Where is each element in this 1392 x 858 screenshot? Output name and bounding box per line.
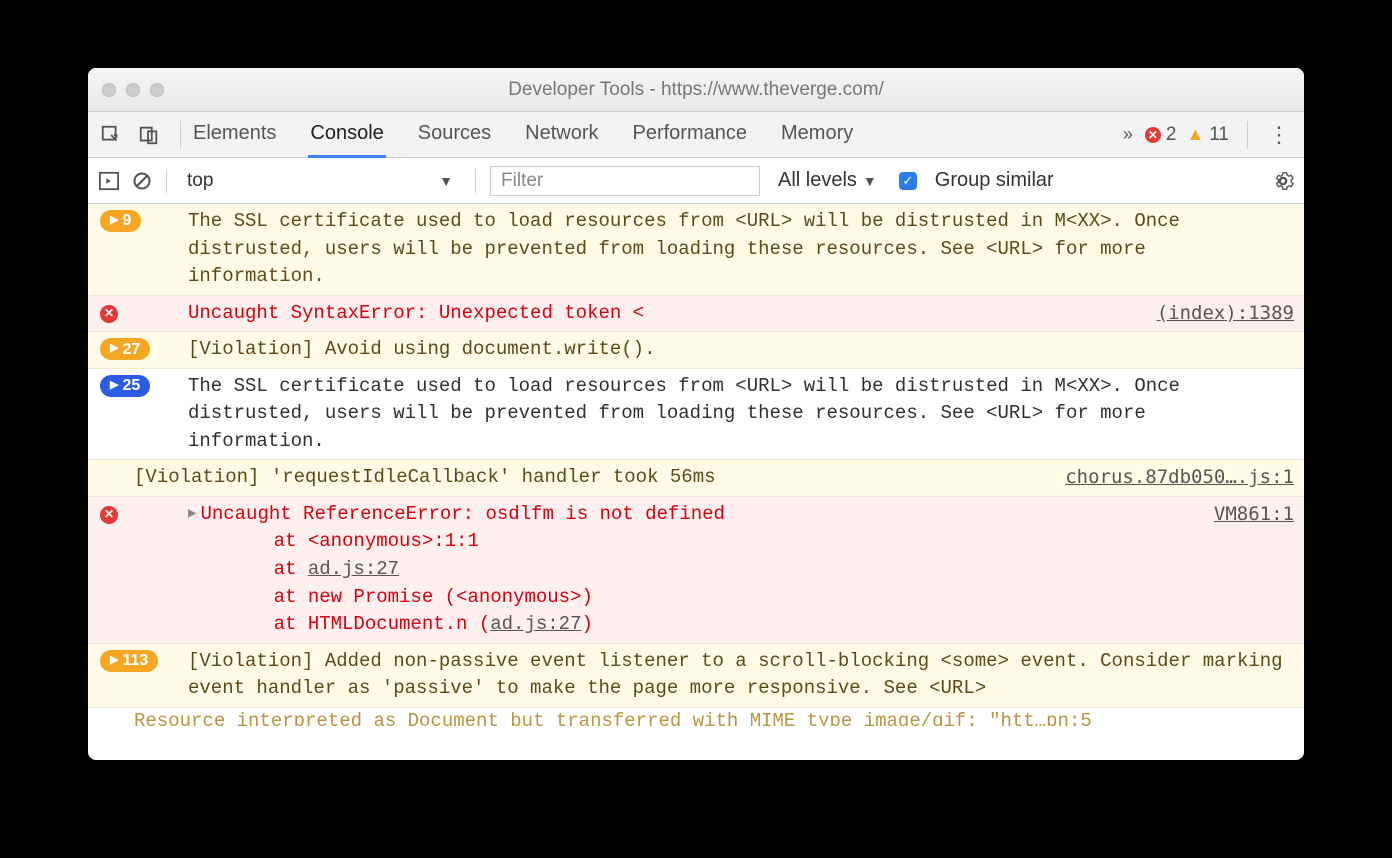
log-gutter: ▶ 25: [98, 373, 188, 456]
stack-frame: at HTMLDocument.n (ad.js:27): [188, 611, 1204, 639]
error-count[interactable]: ✕ 2: [1145, 124, 1177, 146]
log-message: Uncaught SyntaxError: Unexpected token <: [188, 300, 1157, 328]
log-row[interactable]: Resource interpreted as Document but tra…: [88, 708, 1304, 726]
group-similar-checkbox[interactable]: ✓: [899, 172, 917, 190]
error-icon: ✕: [1145, 127, 1161, 143]
source-link[interactable]: chorus.87db050….js:1: [1065, 464, 1294, 492]
more-tabs-icon[interactable]: »: [1123, 124, 1133, 145]
gear-icon[interactable]: [1272, 170, 1294, 192]
tab-memory[interactable]: Memory: [779, 112, 855, 157]
log-gutter: ▶ 9: [98, 208, 188, 291]
log-message: The SSL certificate used to load resourc…: [188, 208, 1294, 291]
titlebar: Developer Tools - https://www.theverge.c…: [88, 68, 1304, 112]
stack-frame: at new Promise (<anonymous>): [188, 584, 1204, 612]
error-count-value: 2: [1166, 124, 1177, 146]
log-gutter: [98, 464, 134, 492]
devtools-window: Developer Tools - https://www.theverge.c…: [88, 68, 1304, 760]
log-row[interactable]: ▶ 27 [Violation] Avoid using document.wri…: [88, 332, 1304, 369]
tab-performance[interactable]: Performance: [631, 112, 750, 157]
console-toolbar: top ▼ All levels ▼ ✓ Group similar: [88, 158, 1304, 204]
log-row[interactable]: ▶ 113 [Violation] Added non-passive event…: [88, 644, 1304, 708]
chevron-down-icon: ▼: [439, 173, 453, 189]
context-select[interactable]: top ▼: [181, 166, 461, 196]
window-title: Developer Tools - https://www.theverge.c…: [88, 79, 1304, 101]
warning-icon: ▲: [1186, 124, 1204, 145]
log-gutter: ✕: [98, 501, 188, 639]
source-link[interactable]: ad.js:27: [308, 558, 399, 580]
device-icon[interactable]: [138, 124, 160, 146]
stack-frame: at ad.js:27: [188, 556, 1204, 584]
log-message: ▶Uncaught ReferenceError: osdlfm is not …: [188, 501, 1214, 639]
levels-label: All levels: [778, 169, 857, 192]
error-icon: ✕: [100, 506, 118, 524]
count-badge[interactable]: ▶ 25: [100, 375, 150, 397]
warning-count[interactable]: ▲ 11: [1186, 124, 1229, 146]
warning-count-value: 11: [1209, 124, 1229, 146]
levels-select[interactable]: All levels ▼: [778, 169, 877, 192]
log-gutter: [98, 708, 134, 722]
tabbar: Elements Console Sources Network Perform…: [88, 112, 1304, 158]
log-row[interactable]: ✕ Uncaught SyntaxError: Unexpected token …: [88, 296, 1304, 333]
log-gutter: ▶ 27: [98, 336, 188, 364]
count-badge[interactable]: ▶ 113: [100, 650, 158, 672]
group-similar-label: Group similar: [935, 169, 1054, 192]
source-link[interactable]: (index):1389: [1157, 300, 1294, 328]
console-log[interactable]: ▶ 9 The SSL certificate used to load reso…: [88, 204, 1304, 760]
context-value: top: [187, 170, 213, 192]
count-badge[interactable]: ▶ 27: [100, 338, 150, 360]
log-message: [Violation] 'requestIdleCallback' handle…: [134, 464, 1065, 492]
stack-frame: at <anonymous>:1:1: [188, 528, 1204, 556]
log-gutter: ▶ 113: [98, 648, 188, 703]
tab-elements[interactable]: Elements: [191, 112, 278, 157]
log-row[interactable]: [Violation] 'requestIdleCallback' handle…: [88, 460, 1304, 497]
log-row[interactable]: ▶ 9 The SSL certificate used to load reso…: [88, 204, 1304, 296]
tab-console[interactable]: Console: [308, 112, 385, 158]
panel-tabs: Elements Console Sources Network Perform…: [191, 112, 855, 157]
log-message: [Violation] Added non-passive event list…: [188, 648, 1294, 703]
chevron-down-icon: ▼: [863, 173, 877, 189]
log-message: The SSL certificate used to load resourc…: [188, 373, 1294, 456]
sidebar-toggle-icon[interactable]: [98, 171, 120, 191]
log-message: Resource interpreted as Document but tra…: [134, 708, 1294, 722]
filter-input[interactable]: [490, 166, 760, 196]
log-row[interactable]: ✕ ▶Uncaught ReferenceError: osdlfm is not…: [88, 497, 1304, 644]
tab-sources[interactable]: Sources: [416, 112, 493, 157]
source-link[interactable]: ad.js:27: [490, 613, 581, 635]
log-row[interactable]: ▶ 25 The SSL certificate used to load res…: [88, 369, 1304, 461]
inspect-icon[interactable]: [100, 124, 122, 146]
count-badge[interactable]: ▶ 9: [100, 210, 141, 232]
log-message: [Violation] Avoid using document.write()…: [188, 336, 1294, 364]
error-icon: ✕: [100, 305, 118, 323]
log-gutter: ✕: [98, 300, 188, 328]
source-link[interactable]: VM861:1: [1214, 501, 1294, 639]
kebab-icon[interactable]: ⋮: [1258, 122, 1296, 148]
disclosure-icon[interactable]: ▶: [188, 504, 196, 524]
tab-network[interactable]: Network: [523, 112, 600, 157]
clear-icon[interactable]: [132, 171, 152, 191]
